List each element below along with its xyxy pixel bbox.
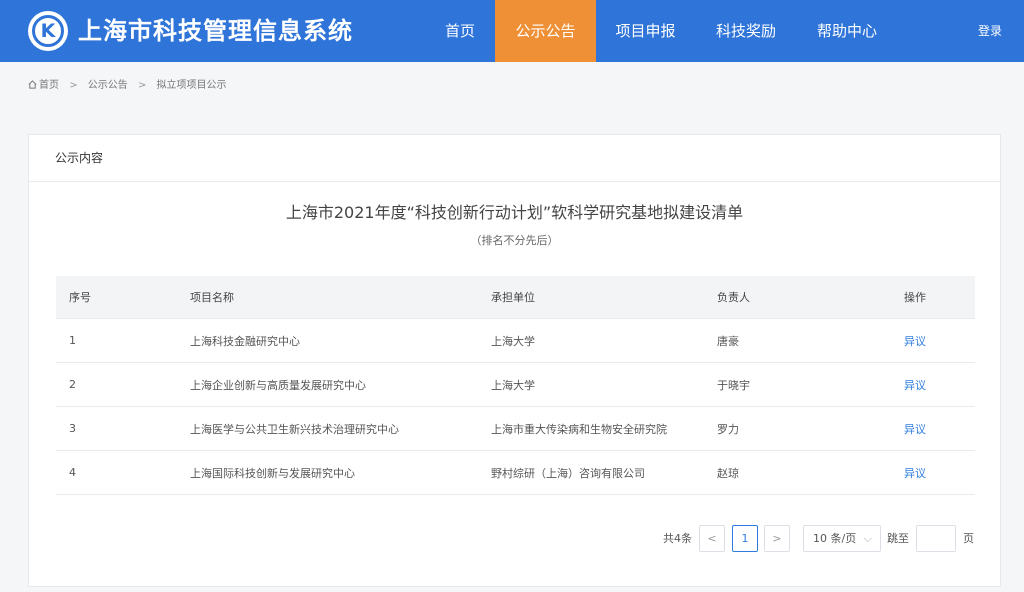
project-table: 序号 项目名称 承担单位 负责人 操作 1 上海科技金融研究中心 上海大学 唐豪 异议 2… <box>56 276 975 495</box>
col-header-index: 序号 <box>69 291 91 304</box>
nav-announcements[interactable]: 公示公告 <box>495 0 596 62</box>
row-leader: 于晓宇 <box>717 378 750 392</box>
col-header-leader: 负责人 <box>717 291 750 304</box>
row-leader: 赵琼 <box>717 466 739 480</box>
row-project-name: 上海医学与公共卫生新兴技术治理研究中心 <box>190 422 399 436</box>
nav-science-awards[interactable]: 科技奖励 <box>703 0 789 62</box>
system-title[interactable]: 上海市科技管理信息系统 <box>78 15 353 47</box>
page-1-button[interactable]: 1 <box>732 525 758 552</box>
row-leader: 罗力 <box>717 422 739 436</box>
row-project-name: 上海企业创新与高质量发展研究中心 <box>190 378 366 392</box>
objection-link[interactable]: 异议 <box>904 451 926 494</box>
objection-link[interactable]: 异议 <box>904 319 926 362</box>
breadcrumb-home[interactable]: 首页 <box>28 79 59 93</box>
row-index: 2 <box>69 378 76 391</box>
breadcrumb: 首页 > 公示公告 > 拟立项项目公示 <box>28 79 227 93</box>
row-organization: 上海大学 <box>491 378 535 392</box>
table-row: 2 上海企业创新与高质量发展研究中心 上海大学 于晓宇 异议 <box>56 363 975 407</box>
announcement-card: 公示内容 上海市2021年度“科技创新行动计划”软科学研究基地拟建设清单 （排名… <box>28 134 1001 587</box>
page-size-value: 10 条/页 <box>813 532 857 545</box>
breadcrumb-separator: > <box>69 80 78 91</box>
table-row: 3 上海医学与公共卫生新兴技术治理研究中心 上海市重大传染病和生物安全研究院 罗力 异议 <box>56 407 975 451</box>
pagination-total: 共4条 <box>663 532 692 545</box>
card-divider <box>29 181 1000 182</box>
jump-page-input[interactable] <box>916 525 956 552</box>
row-leader: 唐豪 <box>717 334 739 348</box>
breadcrumb-separator: > <box>137 80 147 91</box>
document-subtitle: （排名不分先后） <box>470 234 559 247</box>
home-icon <box>28 80 37 89</box>
breadcrumb-item-home: 首页 <box>39 80 59 91</box>
nav-help-center[interactable]: 帮助中心 <box>804 0 890 62</box>
next-page-button[interactable]: > <box>764 525 790 552</box>
row-index: 3 <box>69 422 76 435</box>
row-organization: 野村综研（上海）咨询有限公司 <box>491 466 645 480</box>
table-body: 1 上海科技金融研究中心 上海大学 唐豪 异议 2 上海企业创新与高质量发展研究中心 上海大学… <box>56 319 975 495</box>
table-row: 1 上海科技金融研究中心 上海大学 唐豪 异议 <box>56 319 975 363</box>
breadcrumb-item-announcements[interactable]: 公示公告 <box>88 79 128 93</box>
chevron-down-icon: ⌵ <box>863 532 872 545</box>
nav-home[interactable]: 首页 <box>430 0 490 62</box>
document-title: 上海市2021年度“科技创新行动计划”软科学研究基地拟建设清单 <box>285 203 744 222</box>
table-row: 4 上海国际科技创新与发展研究中心 野村综研（上海）咨询有限公司 赵琼 异议 <box>56 451 975 495</box>
page-suffix-label: 页 <box>963 532 974 545</box>
objection-link[interactable]: 异议 <box>904 363 926 406</box>
row-index: 4 <box>69 466 76 479</box>
objection-link[interactable]: 异议 <box>904 407 926 450</box>
row-organization: 上海大学 <box>491 334 535 348</box>
col-header-project-name: 项目名称 <box>190 291 234 304</box>
col-header-organization: 承担单位 <box>491 291 535 304</box>
row-organization: 上海市重大传染病和生物安全研究院 <box>491 422 667 436</box>
logo-icon[interactable]: K <box>28 11 68 51</box>
prev-page-button[interactable]: < <box>699 525 725 552</box>
login-link[interactable]: 登录 <box>970 0 1010 62</box>
card-title: 公示内容 <box>55 151 104 165</box>
row-project-name: 上海国际科技创新与发展研究中心 <box>190 466 355 480</box>
top-navbar: K 上海市科技管理信息系统 首页 公示公告 项目申报 科技奖励 帮助中心 登录 <box>0 0 1024 62</box>
logo-letter: K <box>32 15 64 47</box>
page-size-select[interactable]: 10 条/页 ⌵ <box>803 525 881 552</box>
col-header-action: 操作 <box>904 291 926 304</box>
row-index: 1 <box>69 334 76 347</box>
jump-label: 跳至 <box>887 532 909 545</box>
row-project-name: 上海科技金融研究中心 <box>190 334 300 348</box>
table-header: 序号 项目名称 承担单位 负责人 操作 <box>56 276 975 319</box>
nav-project-application[interactable]: 项目申报 <box>603 0 688 62</box>
breadcrumb-item-current: 拟立项项目公示 <box>156 80 227 91</box>
